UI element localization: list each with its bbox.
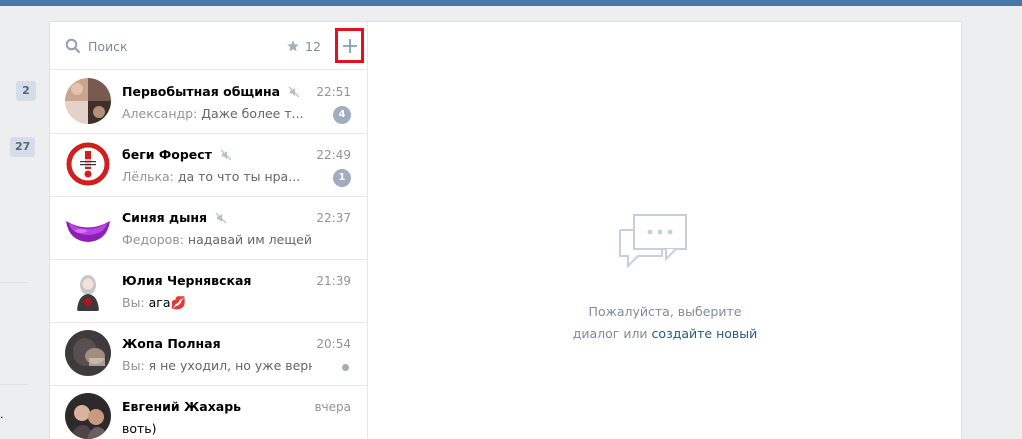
nav-counter-badge[interactable]: 2 — [16, 81, 36, 101]
nav-divider — [0, 282, 28, 283]
dialog-time: 22:37 — [316, 211, 351, 225]
dialog-preview: Федоров: надавай им лещей — [122, 232, 312, 247]
dialog-title: Юлия Чернявская — [122, 273, 252, 288]
dialog-time: 21:39 — [316, 274, 351, 288]
dialogs-column: 12 — [50, 22, 368, 439]
avatar — [65, 78, 111, 124]
muted-icon — [220, 149, 232, 160]
muted-icon — [288, 86, 300, 97]
left-nav-rail: 2 27 . — [0, 6, 49, 439]
empty-state-text: Пожалуйста, выберите диалог или создайте… — [368, 301, 962, 345]
plus-icon — [342, 38, 357, 53]
empty-conversation-area: Пожалуйста, выберите диалог или создайте… — [368, 22, 962, 439]
unread-dot — [342, 364, 349, 371]
empty-state-line: диалог или создайте новый — [572, 326, 758, 341]
dialog-row[interactable]: Жопа Полная 20:54 Вы: я не уходил, но уж… — [50, 323, 367, 386]
dialog-preview: Александр: Даже более т... — [122, 106, 304, 121]
avatar — [65, 267, 111, 313]
avatar — [65, 141, 111, 187]
dialog-row[interactable]: Первобытная община 22:51 Александр: Даже… — [50, 71, 367, 134]
top-header-bar — [0, 0, 1022, 6]
dialog-list: Первобытная община 22:51 Александр: Даже… — [50, 71, 367, 439]
chat-bubbles-icon — [619, 214, 687, 269]
star-icon — [287, 40, 299, 52]
unread-badge: 1 — [333, 169, 351, 187]
dialog-time: 22:51 — [316, 85, 351, 99]
dialog-row[interactable]: беги Форест 22:49 Лёлька: да то что ты н… — [50, 134, 367, 197]
avatar — [65, 330, 111, 376]
dialog-time: 20:54 — [316, 337, 351, 351]
dialog-title: беги Форест — [122, 147, 232, 162]
muted-icon — [215, 212, 227, 223]
dialog-preview: Лёлька: да то что ты нра... — [122, 169, 301, 184]
create-new-dialog-link[interactable]: создайте новый — [652, 326, 758, 341]
dialog-title: Евгений Жахарь — [122, 399, 242, 414]
nav-fragment-text: . — [0, 408, 4, 421]
dialog-title: Первобытная община — [122, 84, 300, 99]
dialog-time: 22:49 — [316, 148, 351, 162]
favorites-count: 12 — [305, 38, 321, 54]
dialog-title: Жопа Полная — [122, 336, 221, 351]
dialog-row[interactable]: Евгений Жахарь вчера воть) — [50, 386, 367, 439]
search-icon — [65, 38, 80, 53]
search-bar: 12 — [50, 22, 367, 70]
dialog-preview: воть) — [122, 421, 157, 436]
messages-panel: 12 — [49, 21, 962, 439]
dialog-time: вчера — [314, 400, 351, 414]
avatar — [65, 204, 111, 250]
empty-state-line: Пожалуйста, выберите — [588, 304, 742, 319]
new-dialog-button[interactable] — [335, 28, 364, 63]
nav-counter-badge[interactable]: 27 — [10, 137, 36, 157]
unread-badge: 4 — [333, 106, 351, 124]
dialog-preview: Вы: я не уходил, но уже вернулся. ... — [122, 358, 312, 373]
avatar — [65, 393, 111, 439]
nav-divider — [0, 384, 28, 385]
dialog-row[interactable]: Синяя дыня 22:37 Федоров: надавай им лещ… — [50, 197, 367, 260]
dialog-preview: Вы: ага💋 — [122, 295, 187, 310]
dialog-row[interactable]: Юлия Чернявская 21:39 Вы: ага💋 — [50, 260, 367, 323]
favorites-button[interactable]: 12 — [286, 37, 321, 55]
search-input[interactable] — [88, 34, 268, 58]
dialog-title: Синяя дыня — [122, 210, 227, 225]
